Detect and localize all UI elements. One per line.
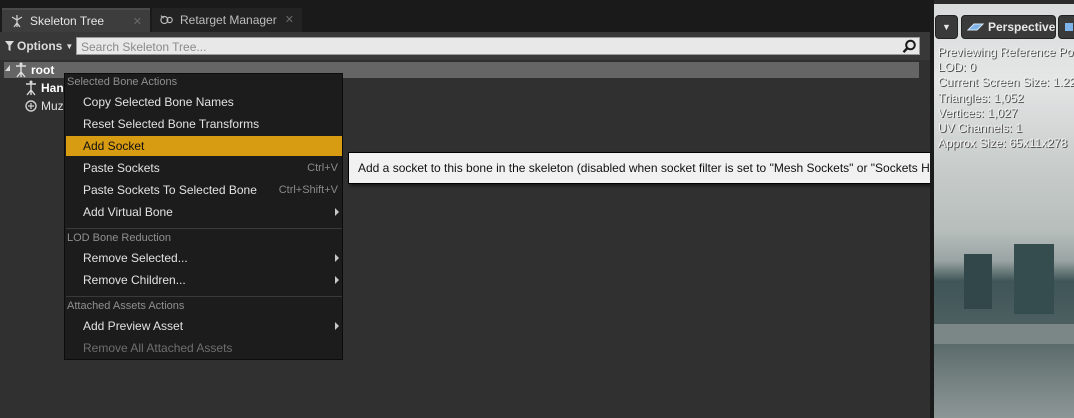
menu-item-remove-all-attached: Remove All Attached Assets (66, 338, 342, 358)
tab-bar: Skeleton Tree ✕ Retarget Manager ✕ (0, 4, 930, 32)
preview-viewport[interactable]: ▼ Perspective Previewing Reference Pose … (934, 4, 1074, 418)
menu-item-add-preview-asset[interactable]: Add Preview Asset (66, 316, 342, 336)
section-header-lod-reduction: LOD Bone Reduction (67, 232, 171, 244)
viewport-options-button[interactable]: ▼ (935, 15, 958, 39)
show-flags-button[interactable] (1058, 15, 1074, 39)
menu-item-label: Remove Selected... (83, 251, 188, 265)
show-icon (1065, 23, 1073, 31)
bone-icon (16, 62, 26, 78)
menu-item-remove-selected[interactable]: Remove Selected... (66, 248, 342, 268)
camera-icon (967, 23, 985, 31)
expand-arrow-icon[interactable] (5, 65, 10, 71)
menu-item-label: Add Virtual Bone (83, 205, 173, 219)
tab-label: Retarget Manager (180, 13, 277, 27)
menu-item-label: Remove All Attached Assets (83, 341, 233, 355)
skeleton-icon (10, 14, 24, 28)
search-icon[interactable] (902, 39, 917, 54)
tree-label-root: root (31, 63, 55, 77)
toolbar: Options ▼ Search Skeleton Tree... (0, 32, 930, 60)
menu-item-paste-sockets[interactable]: Paste Sockets Ctrl+V (66, 158, 342, 178)
tab-label: Skeleton Tree (30, 14, 105, 28)
menu-item-add-socket[interactable]: Add Socket (66, 136, 342, 156)
perspective-label: Perspective (988, 20, 1056, 34)
section-header-bone-actions: Selected Bone Actions (67, 76, 178, 88)
tooltip: Add a socket to this bone in the skeleto… (348, 152, 1012, 184)
viewport-info-uv-channels: UV Channels: 1 (938, 121, 1023, 135)
perspective-button[interactable]: Perspective (961, 15, 1056, 39)
viewport-info-screen-size: Current Screen Size: 1.22 (938, 75, 1074, 89)
filter-icon (5, 41, 14, 51)
scene-shape (934, 324, 1074, 344)
menu-item-reset-transforms[interactable]: Reset Selected Bone Transforms (66, 114, 342, 134)
submenu-arrow-icon (335, 276, 339, 284)
menu-item-copy-bone-names[interactable]: Copy Selected Bone Names (66, 92, 342, 112)
submenu-arrow-icon (335, 208, 339, 216)
scene-shape (1014, 244, 1054, 314)
menu-item-label: Remove Children... (83, 273, 186, 287)
search-placeholder: Search Skeleton Tree... (81, 40, 207, 54)
menu-item-label: Reset Selected Bone Transforms (83, 117, 260, 131)
bone-icon (26, 80, 36, 96)
menu-item-remove-children[interactable]: Remove Children... (66, 270, 342, 290)
viewport-info-triangles: Triangles: 1,052 (938, 91, 1024, 105)
menu-item-label: Paste Sockets To Selected Bone (83, 183, 257, 197)
shortcut-label: Ctrl+V (307, 162, 338, 174)
menu-item-label: Add Preview Asset (83, 319, 184, 333)
viewport-toolbar: ▼ Perspective (934, 12, 1074, 42)
viewport-info-lod: LOD: 0 (938, 60, 977, 74)
chevron-down-icon: ▼ (65, 41, 74, 51)
menu-item-label: Copy Selected Bone Names (83, 95, 234, 109)
chevron-down-icon: ▼ (942, 22, 951, 32)
menu-separator (66, 296, 342, 297)
tree-label-muzzle: Muz (41, 99, 64, 113)
tab-skeleton-tree[interactable]: Skeleton Tree ✕ (2, 8, 150, 32)
menu-item-label: Paste Sockets (83, 161, 160, 175)
shortcut-label: Ctrl+Shift+V (278, 184, 338, 196)
viewport-info-approx-size: Approx Size: 65x11x278 (938, 136, 1068, 150)
close-icon[interactable]: ✕ (285, 13, 294, 26)
menu-separator (66, 228, 342, 229)
viewport-info-previewing: Previewing Reference Pose (938, 45, 1074, 59)
section-header-attached-assets: Attached Assets Actions (67, 300, 185, 312)
submenu-arrow-icon (335, 322, 339, 330)
retarget-icon (160, 13, 174, 27)
viewport-info-vertices: Vertices: 1,027 (938, 106, 1018, 120)
tooltip-text: Add a socket to this bone in the skeleto… (358, 161, 1001, 175)
close-icon[interactable]: ✕ (133, 15, 142, 28)
tab-retarget-manager[interactable]: Retarget Manager ✕ (152, 8, 302, 32)
scene-shape (964, 254, 992, 309)
search-input[interactable]: Search Skeleton Tree... (76, 37, 920, 55)
menu-item-label: Add Socket (83, 139, 145, 153)
options-button[interactable]: Options ▼ (5, 37, 73, 55)
menu-item-paste-to-bone[interactable]: Paste Sockets To Selected Bone Ctrl+Shif… (66, 180, 342, 200)
tree-label-hand: Han (41, 81, 64, 95)
socket-icon (25, 100, 37, 112)
context-menu: Selected Bone Actions Copy Selected Bone… (64, 73, 343, 360)
submenu-arrow-icon (335, 254, 339, 262)
menu-item-add-virtual-bone[interactable]: Add Virtual Bone (66, 202, 342, 222)
options-label: Options (17, 39, 63, 53)
